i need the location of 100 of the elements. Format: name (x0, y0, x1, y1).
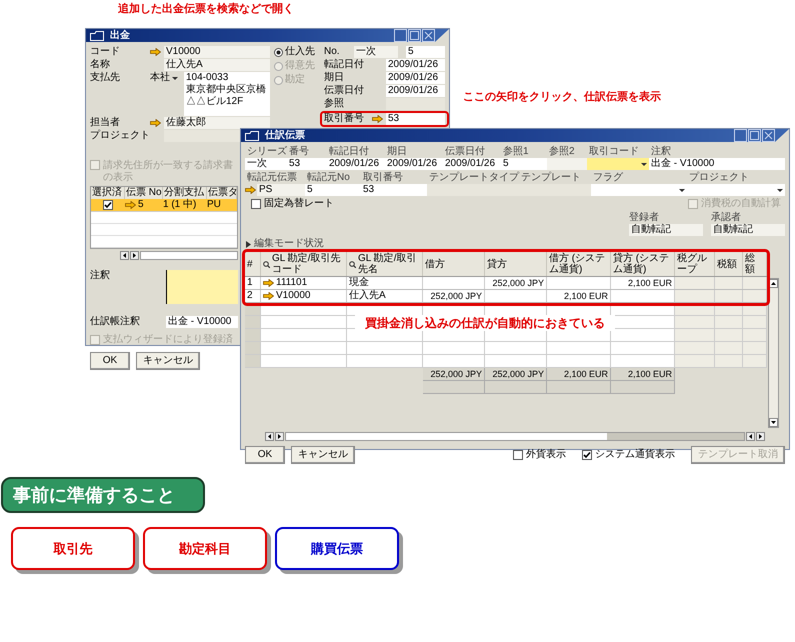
field-label: 注釈 (90, 270, 111, 283)
text-field[interactable]: 5 (501, 158, 547, 170)
text-field[interactable]: 53 (287, 158, 327, 170)
field-label: 転記元No (306, 172, 351, 184)
button[interactable]: キャンセル (136, 352, 200, 370)
link-arrow-icon[interactable] (263, 279, 274, 287)
text-field[interactable]: 仕入先A (164, 59, 270, 71)
scroll-left-icon[interactable] (265, 432, 274, 441)
text-field[interactable]: PS (257, 184, 305, 196)
table-cell: 1 (245, 277, 261, 289)
address-field[interactable]: 104-0033 東京都中央区京橋 △△ビル12F (184, 72, 270, 116)
minimize-icon[interactable] (734, 129, 747, 142)
column-header[interactable]: GL 勘定/取引先コード (261, 252, 347, 276)
field-label: 支払先 (90, 72, 121, 84)
text-field[interactable] (519, 184, 591, 196)
checkbox[interactable] (251, 199, 261, 209)
checkbox[interactable] (582, 450, 592, 460)
scrollbar-thumb[interactable] (286, 433, 607, 440)
title-bar[interactable]: 仕訳伝票 (241, 129, 789, 142)
scroll-left-icon[interactable] (120, 251, 129, 260)
maximize-icon[interactable] (408, 29, 421, 42)
column-header[interactable]: # (245, 252, 261, 276)
check-icon (583, 451, 591, 459)
text-field[interactable] (427, 184, 519, 196)
scroll-right-icon[interactable] (275, 432, 284, 441)
column-header[interactable]: 税額 (715, 252, 743, 276)
text-field[interactable]: 一次 (354, 46, 398, 58)
radio-button[interactable] (274, 48, 283, 56)
vertical-scrollbar[interactable] (768, 278, 779, 428)
total-cell (611, 381, 675, 394)
link-arrow-icon[interactable] (263, 292, 274, 300)
text-field[interactable]: 5 (406, 46, 445, 58)
text-field[interactable]: 出金 - V10000 (166, 316, 238, 328)
close-icon[interactable] (762, 129, 775, 142)
dropdown-caret-icon[interactable] (172, 76, 178, 80)
section-label: 編集モード状況 (254, 238, 324, 250)
window-title: 仕訳伝票 (265, 130, 305, 142)
text-field[interactable]: 2009/01/26 (327, 158, 385, 170)
text-field[interactable] (386, 98, 445, 110)
scroll-left-icon[interactable] (746, 432, 755, 441)
text-field[interactable]: 一次 (245, 158, 287, 170)
button[interactable]: OK (245, 446, 285, 464)
column-header[interactable]: 税グループ (675, 252, 715, 276)
link-arrow-icon[interactable] (150, 48, 161, 56)
checkbox[interactable] (513, 450, 523, 460)
column-header[interactable]: GL 勘定/取引先名 (347, 252, 423, 276)
text-field[interactable]: V10000 (164, 46, 270, 58)
column-header[interactable]: 総額 (743, 252, 767, 276)
text-field[interactable]: 53 (386, 113, 445, 125)
check-icon (104, 201, 112, 209)
checkbox[interactable] (103, 200, 113, 210)
column-header[interactable]: 貸方 (システム通貨) (611, 252, 675, 276)
dropdown-caret-icon[interactable] (641, 162, 647, 166)
remarks-field[interactable] (166, 270, 238, 304)
text-field[interactable]: 2009/01/26 (386, 59, 445, 71)
text-field[interactable]: 2009/01/26 (385, 158, 443, 170)
scroll-right-icon[interactable] (756, 432, 765, 441)
text-field[interactable]: 出金 - V10000 (649, 158, 785, 170)
title-bar[interactable]: 出金 (86, 29, 449, 42)
text-field[interactable]: 2009/01/26 (443, 158, 501, 170)
column-header[interactable]: 貸方 (485, 252, 547, 276)
field-label: テンプレートタイプ (428, 172, 519, 184)
search-icon[interactable] (263, 260, 270, 268)
text-field[interactable] (164, 130, 240, 142)
table-row[interactable]: 5 1 (1 中) PU (91, 199, 237, 212)
total-cell: 2,100 EUR (611, 368, 675, 381)
text-field[interactable]: 2009/01/26 (386, 85, 445, 97)
link-arrow-icon[interactable] (150, 119, 161, 127)
expand-icon[interactable] (245, 240, 252, 248)
table-cell: V10000 (276, 290, 310, 302)
text-field[interactable]: 2009/01/26 (386, 72, 445, 84)
dropdown-caret-icon[interactable] (679, 188, 685, 192)
text-field[interactable]: 自動転記 (629, 224, 703, 236)
close-icon[interactable] (422, 29, 435, 42)
maximize-icon[interactable] (748, 129, 761, 142)
scroll-down-icon[interactable] (769, 418, 778, 427)
text-field[interactable]: 佐藤太郎 (164, 117, 270, 129)
column-header[interactable]: 借方 (システム通貨) (547, 252, 611, 276)
text-field[interactable] (547, 158, 587, 170)
link-arrow-icon[interactable] (372, 115, 383, 123)
text-field[interactable]: 自動転記 (711, 224, 785, 236)
column-header[interactable]: 借方 (423, 252, 485, 276)
button[interactable]: OK (90, 352, 130, 370)
field-label: 転記日付 (324, 59, 365, 71)
button[interactable]: キャンセル (291, 446, 355, 464)
address-line: △△ビル12F (186, 96, 244, 108)
text-field[interactable]: 5 (305, 184, 361, 196)
dropdown[interactable]: 本社 (150, 72, 184, 84)
total-cell (485, 381, 547, 394)
link-arrow-icon[interactable] (125, 201, 136, 209)
search-icon[interactable] (349, 260, 356, 268)
scroll-right-icon[interactable] (130, 251, 139, 260)
minimize-icon[interactable] (394, 29, 407, 42)
scroll-up-icon[interactable] (769, 279, 778, 288)
link-arrow-icon[interactable] (245, 186, 256, 194)
address-line: 東京都中央区京橋 (186, 84, 267, 96)
text-field[interactable]: 53 (361, 184, 427, 196)
field-label: 担当者 (90, 117, 121, 129)
checkbox-label: 消費税の自動計算 (701, 198, 781, 210)
dropdown-caret-icon[interactable] (777, 188, 783, 192)
